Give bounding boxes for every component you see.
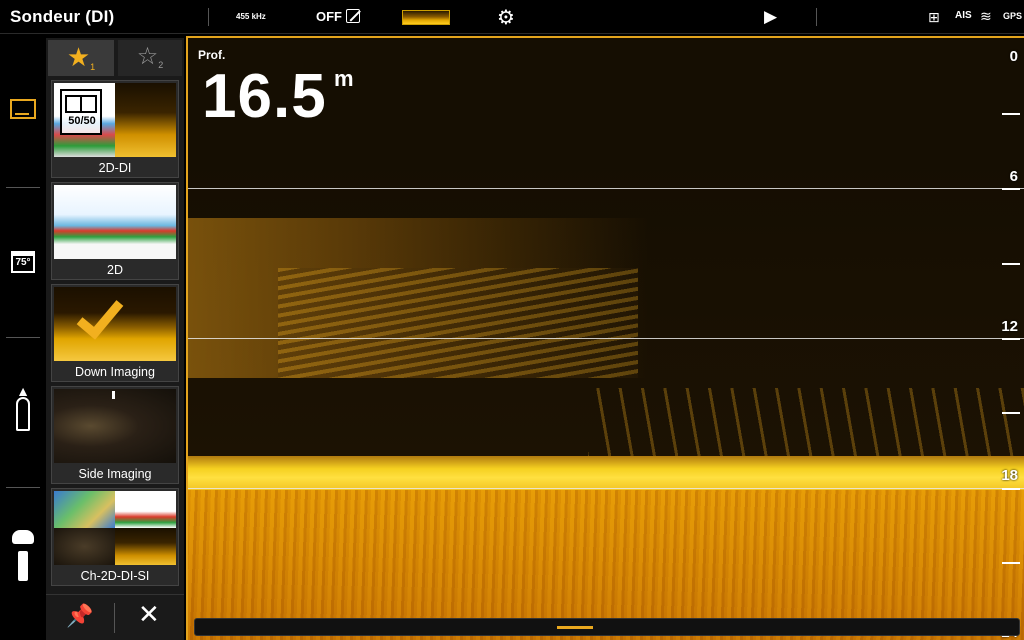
depth-tick — [1002, 338, 1020, 340]
gps-icon[interactable]: GPS — [1003, 11, 1022, 21]
depth-label: Prof. — [198, 48, 226, 62]
sonar-thumbnail[interactable] — [402, 10, 450, 25]
view-card-ch-2d-di-si[interactable]: Ch-2D-DI-SI — [51, 488, 179, 586]
tab-favorites-1[interactable]: ★1 — [48, 40, 114, 76]
layers-icon[interactable]: ≋ — [980, 8, 992, 25]
fish-returns — [278, 268, 638, 378]
depth-scale-label: 18 — [1001, 467, 1018, 484]
no-signal-icon[interactable] — [346, 9, 360, 23]
divider — [6, 337, 40, 338]
divider — [6, 187, 40, 188]
view-card-side-imaging[interactable]: Side Imaging — [51, 386, 179, 484]
depth-gridline — [188, 188, 1024, 189]
divider — [208, 8, 209, 26]
view-card-2d-di[interactable]: 50/50 2D-DI — [51, 80, 179, 178]
depth-scale-label: 12 — [1001, 318, 1018, 335]
card-label: 2D-DI — [98, 161, 132, 175]
tab-number: 1 — [90, 62, 96, 73]
card-label: Ch-2D-DI-SI — [80, 569, 150, 583]
card-thumbnail — [54, 185, 176, 259]
outboard-motor-icon[interactable] — [0, 530, 46, 581]
bottom-line — [188, 456, 1024, 492]
depth-tick — [1002, 188, 1020, 190]
temperature-icon[interactable]: 75° — [0, 251, 46, 273]
card-thumbnail — [54, 491, 176, 565]
tab-number: 2 — [158, 60, 164, 71]
depth-tick — [1002, 488, 1020, 490]
left-rail: 75° ▲ — [0, 35, 46, 640]
temperature-value: 75° — [11, 251, 35, 273]
pin-icon[interactable]: 📌 — [66, 603, 93, 629]
split-ratio-icon: 50/50 — [60, 89, 102, 135]
sonar-view[interactable]: 0 6 12 18 24 Prof. 16.5 m — [186, 36, 1024, 640]
divider — [6, 487, 40, 488]
depth-tick — [1002, 263, 1020, 265]
star-filled-icon: ★ — [66, 42, 91, 72]
image-stack-icon[interactable] — [0, 99, 46, 124]
card-thumbnail — [54, 389, 176, 463]
favorites-panel: ★1 ☆2 50/50 2D-DI 2D Down Imaging Side I… — [46, 38, 184, 640]
card-label: Down Imaging — [75, 365, 155, 379]
panel-actions: 📌 ✕ — [46, 594, 184, 640]
card-thumbnail: 50/50 — [54, 83, 176, 157]
star-outline-icon: ☆ — [136, 43, 159, 70]
divider — [114, 603, 115, 633]
depth-scale-label: 0 — [1009, 48, 1018, 65]
depth-readout: 16.5 — [202, 62, 327, 131]
depth-gridline — [188, 488, 1024, 489]
depth-scale: 0 6 12 18 24 — [994, 38, 1024, 640]
depth-tick — [1002, 412, 1020, 414]
card-label: Side Imaging — [78, 467, 152, 481]
depth-unit: m — [334, 66, 354, 91]
divider — [816, 8, 817, 26]
play-icon[interactable]: ▶ — [764, 7, 777, 27]
view-card-2d[interactable]: 2D — [51, 182, 179, 280]
history-scrollbar[interactable] — [194, 618, 1020, 636]
favorites-tabs: ★1 ☆2 — [46, 38, 184, 76]
network-icon[interactable]: ⊞ — [928, 9, 940, 26]
tab-favorites-2[interactable]: ☆2 — [118, 40, 182, 76]
page-title[interactable]: Sondeur (DI) — [10, 7, 114, 27]
close-icon[interactable]: ✕ — [138, 599, 160, 630]
depth-gridline — [188, 338, 1024, 339]
depth-tick — [1002, 113, 1020, 115]
sonar-off-label[interactable]: OFF — [316, 9, 342, 24]
card-thumbnail — [54, 287, 176, 361]
split-ratio-label: 50/50 — [68, 115, 96, 127]
ais-icon[interactable]: AIS — [955, 10, 972, 21]
settings-search-icon[interactable]: ⚙ — [497, 5, 515, 30]
depth-tick — [1002, 562, 1020, 564]
depth-scale-label: 6 — [1009, 168, 1018, 185]
scrollbar-handle[interactable] — [557, 626, 593, 629]
boat-heading-icon[interactable]: ▲ — [0, 384, 46, 436]
view-card-down-imaging[interactable]: Down Imaging — [51, 284, 179, 382]
status-bar: Sondeur (DI) 455 kHz OFF ⚙ ▶ ⊞ AIS ≋ GPS — [0, 0, 1024, 34]
card-label: 2D — [107, 263, 123, 277]
frequency-readout[interactable]: 455 kHz — [236, 12, 266, 21]
